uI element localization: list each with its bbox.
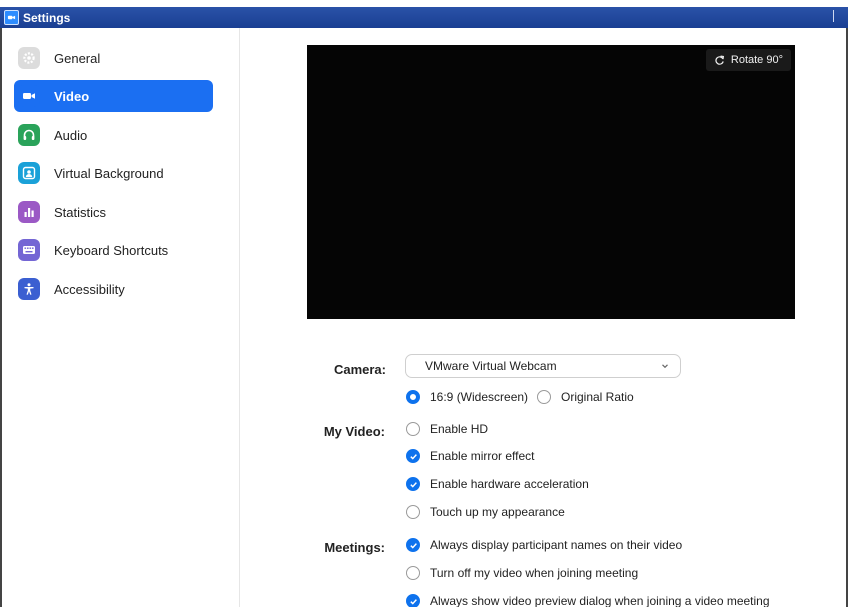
bar-chart-icon <box>18 201 40 223</box>
checkmark-icon <box>409 598 417 605</box>
sidebar-item-label: Statistics <box>54 204 107 220</box>
portrait-icon <box>18 162 40 184</box>
window-control-stub[interactable] <box>833 10 842 22</box>
sidebar-item-statistics[interactable]: Statistics <box>14 196 213 228</box>
radio-button[interactable] <box>537 390 551 404</box>
sidebar-item-label: Accessibility <box>54 281 125 297</box>
accessibility-icon <box>18 278 40 300</box>
video-preview: Rotate 90° <box>307 45 795 319</box>
camera-label: Camera: <box>333 362 386 377</box>
checkbox[interactable] <box>406 594 420 607</box>
headphones-icon <box>18 124 40 146</box>
checkbox[interactable] <box>406 477 420 491</box>
window-title: Settings <box>23 10 71 25</box>
touch-up-checkbox[interactable]: Touch up my appearance <box>406 505 565 519</box>
settings-window: Settings General Video Audio Virtual Bac… <box>0 0 848 607</box>
option-label: Always show video preview dialog when jo… <box>430 594 770 607</box>
sidebar-item-audio[interactable]: Audio <box>14 119 213 151</box>
show-preview-dialog-checkbox[interactable]: Always show video preview dialog when jo… <box>406 594 770 607</box>
option-label: Always display participant names on thei… <box>430 538 683 552</box>
option-label: Touch up my appearance <box>430 505 565 519</box>
display-names-checkbox[interactable]: Always display participant names on thei… <box>406 538 682 552</box>
checkmark-icon <box>409 542 417 549</box>
option-label: Turn off my video when joining meeting <box>430 566 639 580</box>
checkbox[interactable] <box>406 538 420 552</box>
option-label: Enable mirror effect <box>430 449 535 463</box>
rotate-label: Rotate 90° <box>730 54 783 66</box>
checkbox[interactable] <box>406 449 420 463</box>
option-label: Enable hardware acceleration <box>430 477 589 491</box>
sidebar-item-video[interactable]: Video <box>14 80 213 112</box>
enable-hd-checkbox[interactable]: Enable HD <box>406 422 488 436</box>
my-video-label: My Video: <box>323 424 385 439</box>
checkmark-icon <box>409 453 417 460</box>
hardware-acceleration-checkbox[interactable]: Enable hardware acceleration <box>406 477 589 491</box>
zoom-app-icon <box>4 10 19 25</box>
rotate-button[interactable]: Rotate 90° <box>705 49 791 71</box>
checkbox[interactable] <box>406 505 420 519</box>
sidebar-item-label: Virtual Background <box>54 165 164 181</box>
sidebar-item-keyboard-shortcuts[interactable]: Keyboard Shortcuts <box>14 234 213 266</box>
video-camera-icon <box>18 85 40 107</box>
chevron-down-icon <box>662 364 668 369</box>
sidebar-item-label: Video <box>54 88 90 104</box>
sidebar-item-label: General <box>54 50 101 66</box>
sidebar-item-accessibility[interactable]: Accessibility <box>14 273 213 305</box>
checkbox[interactable] <box>406 422 420 436</box>
rotate-icon <box>715 55 724 65</box>
ratio-widescreen-option[interactable]: 16:9 (Widescreen) <box>406 390 528 404</box>
settings-sidebar: General Video Audio Virtual Background S <box>2 28 240 607</box>
sidebar-item-virtual-background[interactable]: Virtual Background <box>14 157 213 189</box>
gear-icon <box>18 47 40 69</box>
option-label: 16:9 (Widescreen) <box>430 390 529 404</box>
camera-selected-value: VMware Virtual Webcam <box>425 359 557 373</box>
keyboard-icon <box>18 239 40 261</box>
checkbox[interactable] <box>406 566 420 580</box>
sidebar-item-label: Keyboard Shortcuts <box>54 242 169 258</box>
sidebar-item-general[interactable]: General <box>14 42 213 74</box>
checkmark-icon <box>409 481 417 488</box>
camera-select[interactable]: VMware Virtual Webcam <box>405 354 681 378</box>
option-label: Original Ratio <box>561 390 634 404</box>
title-bar: Settings <box>0 7 848 28</box>
sidebar-item-label: Audio <box>54 127 88 143</box>
turn-off-video-checkbox[interactable]: Turn off my video when joining meeting <box>406 566 638 580</box>
option-label: Enable HD <box>430 422 489 436</box>
meetings-label: Meetings: <box>324 540 385 555</box>
radio-button[interactable] <box>406 390 420 404</box>
mirror-effect-checkbox[interactable]: Enable mirror effect <box>406 449 535 463</box>
ratio-original-option[interactable]: Original Ratio <box>537 390 634 404</box>
